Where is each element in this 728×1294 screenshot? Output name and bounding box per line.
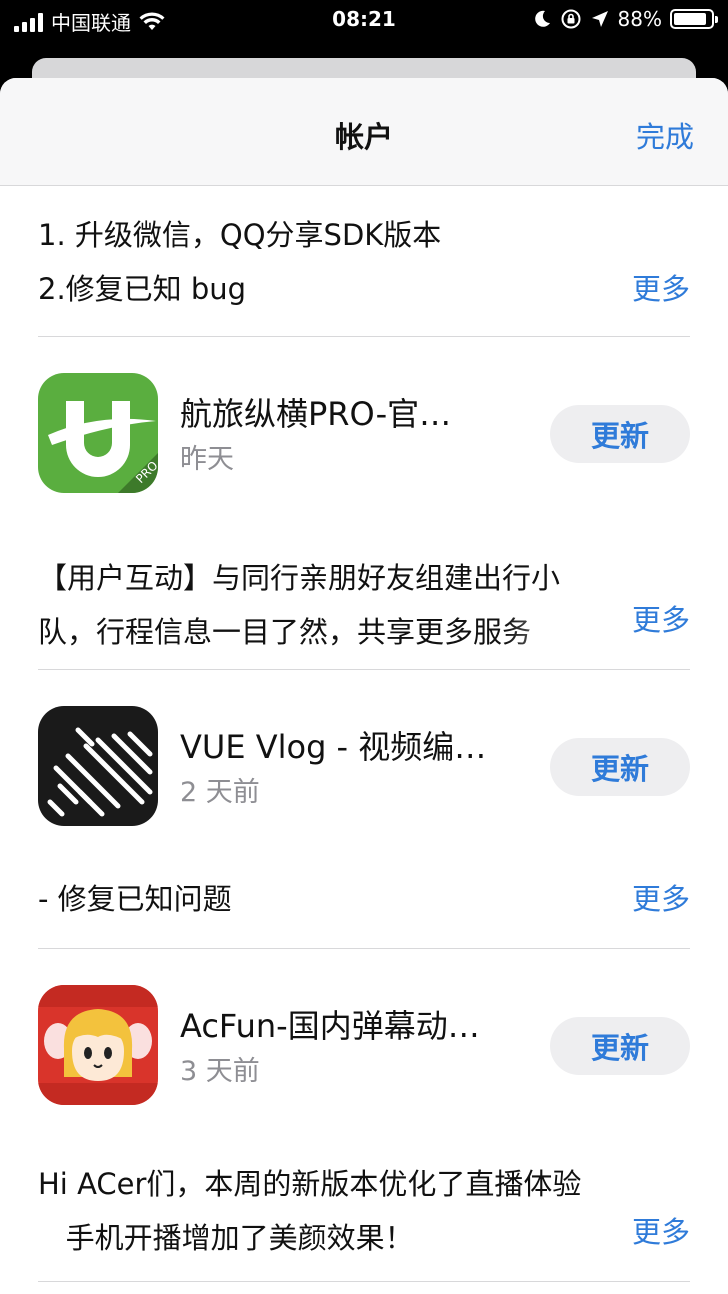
- app-row-hanglv[interactable]: PRO 航旅纵横PRO-官… 昨天 更新: [38, 337, 690, 501]
- update-button[interactable]: 更新: [550, 738, 690, 796]
- note-line: 【用户互动】与同行亲朋好友组建出行小: [38, 561, 561, 595]
- release-notes-first: 1. 升级微信，QQ分享SDK版本 2.修复已知 bug 更多: [38, 186, 690, 336]
- update-button[interactable]: 更新: [550, 405, 690, 463]
- divider: [38, 1281, 690, 1282]
- app-date: 3 天前: [180, 1056, 260, 1087]
- release-notes-text: 【用户互动】与同行亲朋好友组建出行小 队，行程信息一目了然，共享更多服务: [38, 551, 690, 659]
- done-button[interactable]: 完成: [636, 114, 694, 156]
- note-line: 1. 升级微信，QQ分享SDK版本: [38, 218, 442, 252]
- app-name: 航旅纵横PRO-官…: [180, 395, 452, 433]
- note-line: Hi ACer们，本周的新版本优化了直播体验: [38, 1167, 582, 1201]
- app-name: VUE Vlog - 视频编…: [180, 728, 487, 766]
- note-line: - 修复已知问题: [38, 882, 232, 916]
- release-notes-text: 1. 升级微信，QQ分享SDK版本 2.修复已知 bug: [38, 208, 690, 316]
- release-notes-hanglv: 【用户互动】与同行亲朋好友组建出行小 队，行程信息一目了然，共享更多服务 更多: [38, 501, 690, 669]
- vue-app-icon: [38, 706, 158, 826]
- release-notes-acfun: Hi ACer们，本周的新版本优化了直播体验 手机开播增加了美颜效果！ 更多: [38, 1113, 690, 1281]
- page-title: 帐户: [334, 120, 393, 154]
- release-notes-vue: - 修复已知问题 更多: [38, 834, 690, 948]
- release-notes-text: Hi ACer们，本周的新版本优化了直播体验 手机开播增加了美颜效果！: [38, 1157, 690, 1265]
- battery-percent: 88%: [617, 7, 662, 31]
- app-date: 2 天前: [180, 777, 260, 808]
- app-row-vue[interactable]: VUE Vlog - 视频编… 2 天前 更新: [38, 670, 690, 834]
- app-row-acfun[interactable]: AcFun-国内弹幕动… 3 天前 更新: [38, 949, 690, 1113]
- acfun-app-icon: [38, 985, 158, 1105]
- update-button[interactable]: 更新: [550, 1017, 690, 1075]
- more-link[interactable]: 更多: [632, 593, 690, 647]
- more-link[interactable]: 更多: [632, 262, 690, 316]
- note-line: 手机开播增加了美颜效果！: [38, 1221, 414, 1255]
- nav-bar: 帐户 完成: [0, 78, 728, 186]
- more-link[interactable]: 更多: [632, 1205, 690, 1259]
- moon-icon: [534, 10, 550, 27]
- app-date: 昨天: [180, 444, 234, 475]
- account-sheet: 帐户 完成 1. 升级微信，QQ分享SDK版本 2.修复已知 bug 更多 PR…: [0, 78, 728, 1294]
- status-right: 88%: [532, 7, 718, 31]
- release-notes-text: - 修复已知问题: [38, 872, 690, 926]
- status-bar: 中国联通 08:21 88%: [0, 0, 728, 40]
- orientation-lock-icon: [561, 9, 581, 29]
- hanglv-app-icon: PRO: [38, 373, 158, 493]
- note-line: 队，行程信息一目了然，共享更多服务: [38, 615, 532, 649]
- more-link[interactable]: 更多: [632, 872, 690, 926]
- battery-icon: [670, 9, 718, 29]
- app-name: AcFun-国内弹幕动…: [180, 1007, 480, 1045]
- note-line: 2.修复已知 bug: [38, 272, 247, 306]
- location-icon: [591, 11, 608, 27]
- battery-fill: [674, 13, 706, 25]
